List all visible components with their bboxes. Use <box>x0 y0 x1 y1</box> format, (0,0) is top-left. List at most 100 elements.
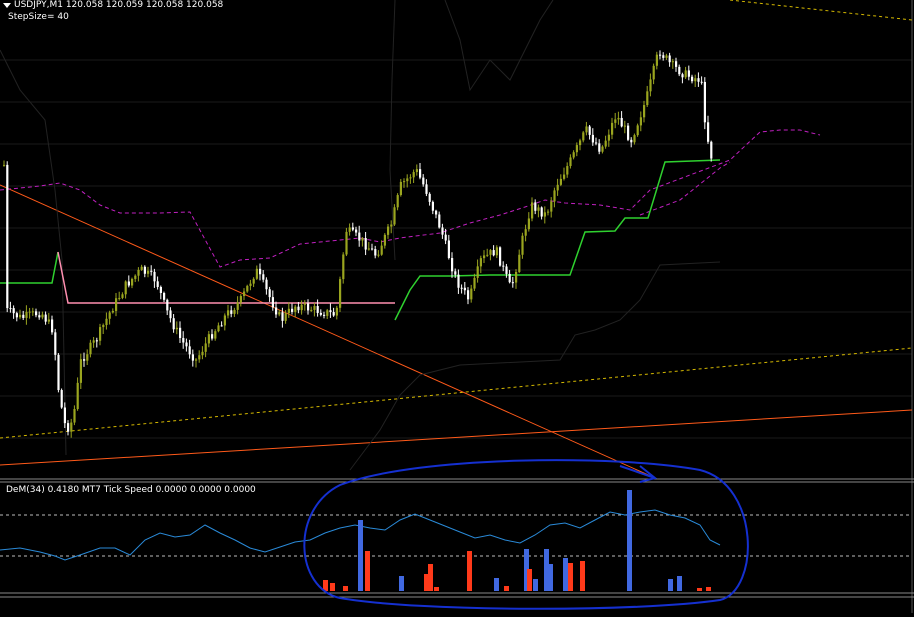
candle-body <box>310 309 313 311</box>
candle-body <box>140 266 143 270</box>
candle-body <box>371 248 374 250</box>
candle-body <box>345 231 348 255</box>
candle-body <box>470 288 473 300</box>
candle-body <box>473 277 476 289</box>
candle-body <box>217 325 220 332</box>
candle-body <box>508 273 511 283</box>
candle-body <box>607 134 610 141</box>
candle-body <box>364 238 367 250</box>
yellow-dashed-line-top <box>729 0 913 21</box>
magenta-band-upper <box>0 129 821 268</box>
pink-line <box>57 251 395 304</box>
tick-speed-bar <box>563 558 568 591</box>
candle-body <box>86 354 89 361</box>
candle-body <box>399 181 402 196</box>
candle-body <box>291 308 294 312</box>
candle-body <box>348 227 351 232</box>
candle-body <box>687 70 690 77</box>
candle-body <box>182 337 185 343</box>
candle-body <box>620 117 623 127</box>
candle-body <box>406 178 409 182</box>
candle-body <box>220 325 223 327</box>
tick-speed-bar <box>548 564 553 591</box>
candle-body <box>559 178 562 185</box>
candle-body <box>95 340 98 342</box>
candle-body <box>675 61 678 67</box>
green-line-left <box>0 251 59 284</box>
candle-body <box>582 132 585 141</box>
candle-body <box>476 266 479 278</box>
symbol-header: USDJPY,M1 120.058 120.059 120.058 120.05… <box>14 0 224 10</box>
candle-body <box>422 177 425 185</box>
candle-body <box>54 332 57 355</box>
candle-body <box>703 81 706 123</box>
tick-speed-bar <box>706 587 711 591</box>
candle-body <box>44 314 47 322</box>
candle-body <box>655 54 658 66</box>
candle-body <box>300 304 303 311</box>
candle-body <box>636 125 639 136</box>
candle-body <box>15 313 18 318</box>
candle-body <box>63 407 66 424</box>
candle-body <box>540 207 543 217</box>
candle-body <box>287 308 290 314</box>
candle-body <box>211 334 214 339</box>
chart-window[interactable]: USDJPY,M1 120.058 120.059 120.058 120.05… <box>0 0 914 613</box>
candle-body <box>579 140 582 146</box>
candle-body <box>486 254 489 256</box>
candle-body <box>297 306 300 311</box>
candle-body <box>467 290 470 300</box>
candle-body <box>131 278 134 286</box>
candle-body <box>329 310 332 313</box>
tick-speed-bar <box>504 586 509 591</box>
candle-body <box>415 169 418 173</box>
candle-body <box>463 287 466 291</box>
candle-body <box>284 313 287 321</box>
candle-body <box>121 294 124 298</box>
tick-speed-bar <box>580 561 585 591</box>
candle-body <box>543 212 546 217</box>
chart-menu-triangle-icon[interactable] <box>3 3 11 8</box>
candle-body <box>265 279 268 290</box>
candle-body <box>124 281 127 295</box>
candle-body <box>159 286 162 293</box>
candle-body <box>163 292 166 300</box>
tick-speed-bar <box>677 576 682 591</box>
candle-body <box>134 275 137 279</box>
tick-speed-bar <box>627 490 632 591</box>
candle-body <box>332 312 335 316</box>
candle-body <box>396 195 399 208</box>
tick-speed-bar <box>399 576 404 591</box>
candle-body <box>691 76 694 82</box>
candle-body <box>556 184 559 191</box>
candle-body <box>575 145 578 153</box>
candle-body <box>275 307 278 315</box>
candle-body <box>172 318 175 330</box>
candle-body <box>73 409 76 423</box>
tick-speed-bar <box>668 579 673 591</box>
candle-body <box>268 289 271 298</box>
candle-body <box>150 270 153 272</box>
candle-body <box>662 55 665 58</box>
candle-body <box>83 359 86 361</box>
candle-body <box>223 315 226 326</box>
candle-body <box>214 331 217 339</box>
tick-speed-bar <box>330 583 335 591</box>
candle-body <box>694 78 697 82</box>
price-grid <box>0 0 914 613</box>
candle-body <box>51 319 54 333</box>
candle-body <box>255 268 258 279</box>
candle-body <box>233 309 236 314</box>
candle-body <box>105 318 108 326</box>
candle-body <box>387 226 390 235</box>
candle-body <box>649 79 652 92</box>
candle-body <box>460 287 463 289</box>
candle-body <box>281 312 284 321</box>
candle-body <box>623 125 626 127</box>
sub-window <box>0 490 912 591</box>
chart-canvas[interactable] <box>0 0 914 613</box>
candle-body <box>646 91 649 106</box>
candle-body <box>374 249 377 256</box>
candle-body <box>143 266 146 274</box>
candle-body <box>89 342 92 355</box>
